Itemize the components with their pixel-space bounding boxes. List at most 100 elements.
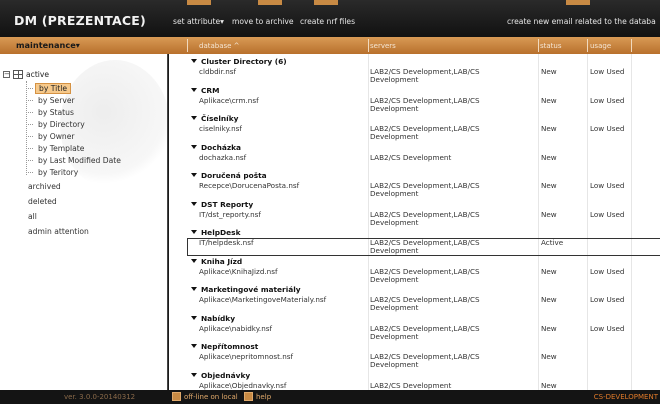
category-row[interactable]: Objednávky [191, 371, 250, 380]
maintenance-menu[interactable]: maintenance▾ [16, 40, 80, 50]
expand-triangle-icon[interactable] [191, 344, 197, 348]
sidebar-item-by-server[interactable]: by Server [26, 94, 78, 106]
column-divider [368, 39, 369, 52]
offline-label[interactable]: off-line on local [184, 393, 238, 401]
expand-triangle-icon[interactable] [191, 373, 197, 377]
database-path: Aplikace\nepritomnost.nsf [199, 352, 294, 361]
status-cell: Active [541, 238, 564, 247]
version-label: ver. 3.0.0-20140312 [64, 393, 136, 401]
tree-root-active[interactable]: − active [3, 70, 49, 79]
category-row[interactable]: Číselníky [191, 114, 238, 123]
database-path: IT/dst_reporty.nsf [199, 210, 261, 219]
sidebar-item-deleted[interactable]: deleted [28, 197, 57, 206]
sidebar-item-by-title[interactable]: by Title [26, 82, 72, 94]
category-label: Cluster Directory (6) [201, 57, 287, 66]
expand-triangle-icon[interactable] [191, 173, 197, 177]
help-icon[interactable] [244, 392, 253, 401]
sidebar-item-all[interactable]: all [28, 212, 37, 221]
set-attribute-menu[interactable]: set attribute▾ [173, 17, 224, 26]
database-path: Aplikace\crm.nsf [199, 96, 259, 105]
header-accent [314, 0, 338, 5]
create-email-button[interactable]: create new email related to the databa [507, 17, 656, 26]
database-path: Aplikace\nabidky.nsf [199, 324, 273, 333]
category-row[interactable]: CRM [191, 86, 219, 95]
servers-cell: LAB2/CS Development [370, 381, 452, 390]
column-divider [631, 54, 632, 390]
category-label: Nabídky [201, 314, 236, 323]
usage-cell: Low Used [590, 210, 625, 219]
expand-triangle-icon[interactable] [191, 145, 197, 149]
sidebar-item-label: by Title [35, 82, 72, 94]
category-label: Doručená pošta [201, 171, 267, 180]
sidebar-item-admin-attention[interactable]: admin attention [28, 227, 89, 236]
status-cell: New [541, 124, 557, 133]
column-header-usage[interactable]: usage [590, 42, 611, 50]
category-label: HelpDesk [201, 228, 241, 237]
sidebar: − active by Title by Server by Status by… [0, 54, 168, 390]
category-row[interactable]: Doručená pošta [191, 171, 267, 180]
help-link[interactable]: help [256, 393, 271, 401]
sidebar-item-by-directory[interactable]: by Directory [26, 118, 88, 130]
category-row[interactable]: DST Reporty [191, 200, 253, 209]
database-path: Aplikace\MarketingoveMaterialy.nsf [199, 295, 327, 304]
column-divider [587, 54, 588, 390]
move-to-archive-button[interactable]: move to archive [232, 17, 294, 26]
sidebar-item-by-last-modified-date[interactable]: by Last Modified Date [26, 154, 124, 166]
category-row[interactable]: Docházka [191, 143, 241, 152]
grid-view-icon [13, 70, 23, 79]
category-row[interactable]: Nepřítomnost [191, 342, 258, 351]
expand-triangle-icon[interactable] [191, 59, 197, 63]
column-divider [538, 54, 539, 390]
servers-cell: LAB2/CS Development,LAB/CS Development [370, 295, 480, 312]
category-label: DST Reporty [201, 200, 254, 209]
servers-cell: LAB2/CS Development,LAB/CS Development [370, 267, 480, 284]
offline-icon[interactable] [172, 392, 181, 401]
status-cell: New [541, 153, 557, 162]
status-cell: New [541, 352, 557, 361]
expand-triangle-icon[interactable] [191, 287, 197, 291]
status-cell: New [541, 96, 557, 105]
category-row[interactable]: Cluster Directory (6) [191, 57, 287, 66]
servers-cell: LAB2/CS Development,LAB/CS Development [370, 67, 480, 84]
server-label: CS-DEVELOPMENT [593, 393, 658, 401]
sidebar-item-by-template[interactable]: by Template [26, 142, 87, 154]
column-header-status[interactable]: status [540, 42, 562, 50]
expand-triangle-icon[interactable] [191, 259, 197, 263]
tree-root-label: active [26, 70, 50, 79]
category-row[interactable]: Kniha Jízd [191, 257, 242, 266]
category-row[interactable]: HelpDesk [191, 228, 240, 237]
database-path: Aplikace\Objednavky.nsf [199, 381, 287, 390]
column-header-database[interactable]: database ^ [199, 42, 240, 50]
category-row[interactable]: Marketingové materiály [191, 285, 301, 294]
servers-cell: LAB2/CS Development,LAB/CS Development [370, 238, 480, 255]
database-path: dochazka.nsf [199, 153, 247, 162]
column-divider [587, 39, 588, 52]
sidebar-item-by-teritory[interactable]: by Teritory [26, 166, 81, 178]
expand-triangle-icon[interactable] [191, 230, 197, 234]
database-path: cldbdir.nsf [199, 67, 237, 76]
sidebar-item-by-status[interactable]: by Status [26, 106, 77, 118]
category-label: Docházka [201, 143, 242, 152]
category-row[interactable]: Nabídky [191, 314, 235, 323]
expand-triangle-icon[interactable] [191, 88, 197, 92]
status-cell: New [541, 267, 557, 276]
servers-cell: LAB2/CS Development,LAB/CS Development [370, 124, 480, 141]
expand-triangle-icon[interactable] [191, 202, 197, 206]
create-nrf-files-button[interactable]: create nrf files [300, 17, 355, 26]
sidebar-item-label: by Last Modified Date [38, 155, 121, 165]
column-divider [538, 39, 539, 52]
status-bar: ver. 3.0.0-20140312 off-line on local he… [0, 390, 660, 404]
sidebar-item-by-owner[interactable]: by Owner [26, 130, 78, 142]
usage-cell: Low Used [590, 295, 625, 304]
servers-cell: LAB2/CS Development,LAB/CS Development [370, 96, 480, 113]
servers-cell: LAB2/CS Development,LAB/CS Development [370, 210, 480, 227]
expand-triangle-icon[interactable] [191, 316, 197, 320]
expand-triangle-icon[interactable] [191, 116, 197, 120]
category-label: Kniha Jízd [201, 257, 243, 266]
header-accent [258, 0, 282, 5]
sidebar-item-archived[interactable]: archived [28, 182, 61, 191]
servers-cell: LAB2/CS Development,LAB/CS Development [370, 352, 480, 369]
collapse-icon[interactable]: − [3, 71, 10, 78]
sidebar-item-label: by Status [38, 107, 74, 117]
column-header-servers[interactable]: servers [370, 42, 396, 50]
